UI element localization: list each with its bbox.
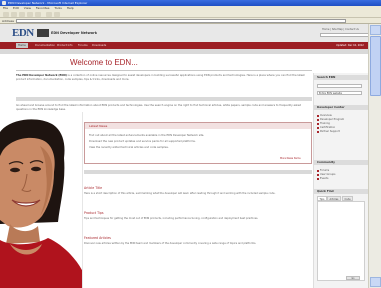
main-nav: Home Documentation Product Info Forums D… <box>0 42 381 49</box>
go-button[interactable]: Go <box>346 276 360 280</box>
intro-paragraph: The EDN Developer Network (EDN) is a col… <box>16 74 312 81</box>
site-header: EDN EDN Developer Network Home | Site Ma… <box>0 24 381 42</box>
section-bar <box>16 97 312 101</box>
community-link[interactable]: Events <box>316 177 328 180</box>
menu-help[interactable]: Help <box>67 6 74 10</box>
menu-favorites[interactable]: Favorites <box>36 6 50 10</box>
article-title[interactable]: Featured Articles <box>84 236 111 240</box>
address-input[interactable] <box>16 19 346 23</box>
search-scope-select[interactable]: Entire EDN website <box>317 91 362 95</box>
forward-button[interactable] <box>11 12 17 17</box>
news-box-heading: Latest News <box>85 123 311 129</box>
welcome-divider <box>16 70 312 71</box>
stop-button[interactable] <box>19 12 25 17</box>
tab-forums[interactable]: Forums <box>76 43 90 48</box>
browser-toolbar <box>0 11 381 18</box>
favorites-button[interactable] <box>54 12 60 17</box>
site-name: EDN Developer Network <box>51 31 97 35</box>
community-link[interactable]: User Groups <box>316 173 335 176</box>
news-box: Latest News Find out about all the lates… <box>84 122 312 164</box>
article-text: Tips and techniques for getting the most… <box>84 217 259 220</box>
menu-edit[interactable]: Edit <box>13 6 19 10</box>
section-bar <box>84 170 312 174</box>
article-title[interactable]: Product Tips <box>84 211 104 215</box>
news-item[interactable]: Download the new product updates and ser… <box>89 140 196 143</box>
developer-center-heading: Developer Center <box>314 105 369 110</box>
home-button[interactable] <box>35 12 41 17</box>
menu-view[interactable]: View <box>24 6 31 10</box>
portrait-image <box>0 112 82 288</box>
quick-find-panel: Go <box>317 201 365 281</box>
site-logo[interactable]: EDN <box>12 28 34 39</box>
scroll-up-icon[interactable] <box>370 25 381 35</box>
window-title: EDN Developer Network - Microsoft Intern… <box>8 1 88 5</box>
community-heading: Community <box>314 160 369 165</box>
intro-lead: The EDN Developer Network (EDN) <box>16 74 67 77</box>
right-sidebar: Search EDN Entire EDN website Developer … <box>313 73 369 288</box>
browser-icon <box>2 1 6 5</box>
article-text: Here is a short description of this arti… <box>84 192 276 195</box>
sidebar-search-input[interactable] <box>317 84 362 88</box>
quick-find-heading: Quick Find <box>314 189 369 194</box>
tab-documentation[interactable]: Documentation <box>33 43 57 48</box>
search-heading: Search EDN <box>314 75 369 80</box>
vertical-scrollbar[interactable] <box>368 24 381 288</box>
sidebar-link[interactable]: Developer Program <box>316 118 344 121</box>
scroll-thumb[interactable] <box>370 36 381 96</box>
header-links[interactable]: Home | Site Map | Contact Us <box>322 28 359 31</box>
sidebar-link[interactable]: Partner Support <box>317 130 340 133</box>
scroll-down-icon[interactable] <box>370 277 381 287</box>
refresh-button[interactable] <box>27 12 33 17</box>
menu-file[interactable]: File <box>3 6 8 10</box>
back-button[interactable] <box>3 12 9 17</box>
whats-new-paragraph: Go ahead and browse around to find the l… <box>16 104 302 111</box>
news-item[interactable]: Find out about all the latest enhancemen… <box>89 134 204 137</box>
sub-nav-bar <box>0 49 381 54</box>
header-search-input[interactable] <box>320 33 370 37</box>
menu-tools[interactable]: Tools <box>54 6 61 10</box>
more-news-link[interactable]: More News Items <box>280 157 301 160</box>
tab-product-info[interactable]: Product Info <box>55 43 75 48</box>
sidebar-link[interactable]: Certification <box>316 126 335 129</box>
community-link[interactable]: Forums <box>316 169 329 172</box>
portrait-photo <box>0 112 83 288</box>
logo-mark-icon <box>37 29 49 37</box>
nav-date: Updated: Dec 10, 2012 <box>336 44 364 47</box>
search-button[interactable] <box>46 12 52 17</box>
tab-home[interactable]: Home <box>16 43 28 48</box>
welcome-heading: Welcome to EDN... <box>70 58 138 67</box>
article-text: Discover new articles written by the EDN… <box>84 242 257 245</box>
news-item[interactable]: View the recently added technical articl… <box>89 146 169 149</box>
tab-downloads[interactable]: Downloads <box>90 43 108 48</box>
sidebar-link[interactable]: Training <box>317 122 330 125</box>
article-title[interactable]: Article Title <box>84 186 102 190</box>
sidebar-link[interactable]: Overview <box>317 114 332 117</box>
